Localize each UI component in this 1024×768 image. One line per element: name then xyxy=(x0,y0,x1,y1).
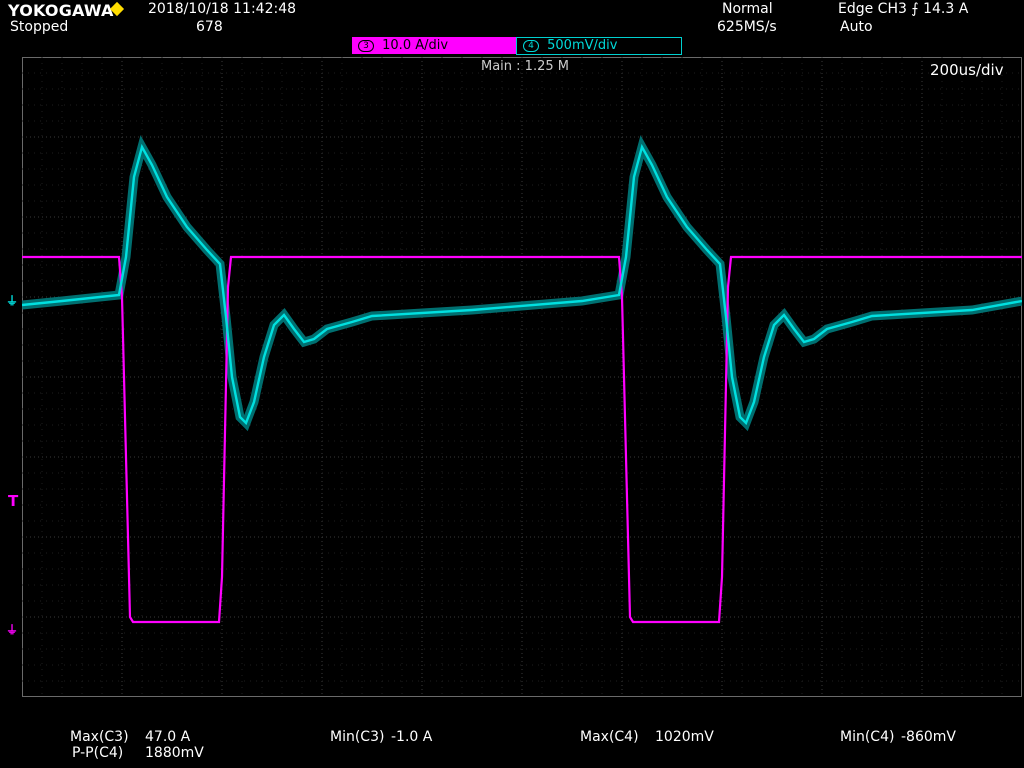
channel-3-number: 3 xyxy=(358,39,374,52)
trigger-level-marker[interactable]: T xyxy=(8,492,18,510)
waveform-display[interactable] xyxy=(22,57,1022,697)
acquisition-count: 678 xyxy=(196,19,223,35)
channel-3-scale-label: 10.0 A/div xyxy=(382,38,449,53)
min-c3-value: -1.0 A xyxy=(391,729,433,745)
channel-3-scale[interactable]: 3 10.0 A/div xyxy=(352,37,516,54)
min-c3-label: Min(C3) xyxy=(330,729,385,745)
max-c3-value: 47.0 A xyxy=(145,729,191,745)
max-c3-label: Max(C3) xyxy=(70,729,129,745)
channel-4-scale-label: 500mV/div xyxy=(547,38,618,53)
run-status: Stopped xyxy=(10,19,69,35)
channel-4-scale[interactable]: 4 500mV/div xyxy=(516,37,682,55)
trigger-mode: Auto xyxy=(840,19,873,35)
pp-c4-label: P-P(C4) xyxy=(72,745,124,761)
memory-length-label: Main : 1.25 M xyxy=(481,59,569,74)
min-c4-label: Min(C4) xyxy=(840,729,895,745)
acquisition-mode: Normal xyxy=(722,1,773,17)
channel-4-number: 4 xyxy=(523,40,539,52)
channel-3-ground-icon[interactable]: ⏚ xyxy=(6,621,18,638)
max-c4-label: Max(C4) xyxy=(580,729,639,745)
time-per-division: 200us/div xyxy=(930,61,1004,79)
brand-logo: YOKOGAWA xyxy=(8,1,114,20)
channel-4-ground-icon[interactable]: ⏚ xyxy=(6,292,18,309)
status-header: YOKOGAWA Stopped 2018/10/18 11:42:48 678… xyxy=(0,0,1024,38)
trigger-settings: Edge CH3 ⨍ 14.3 A xyxy=(838,1,969,17)
min-c4-value: -860mV xyxy=(901,729,956,745)
grid xyxy=(22,57,1022,697)
timestamp: 2018/10/18 11:42:48 xyxy=(148,1,297,17)
sample-rate: 625MS/s xyxy=(717,19,777,35)
max-c4-value: 1020mV xyxy=(655,729,714,745)
pp-c4-value: 1880mV xyxy=(145,745,204,761)
